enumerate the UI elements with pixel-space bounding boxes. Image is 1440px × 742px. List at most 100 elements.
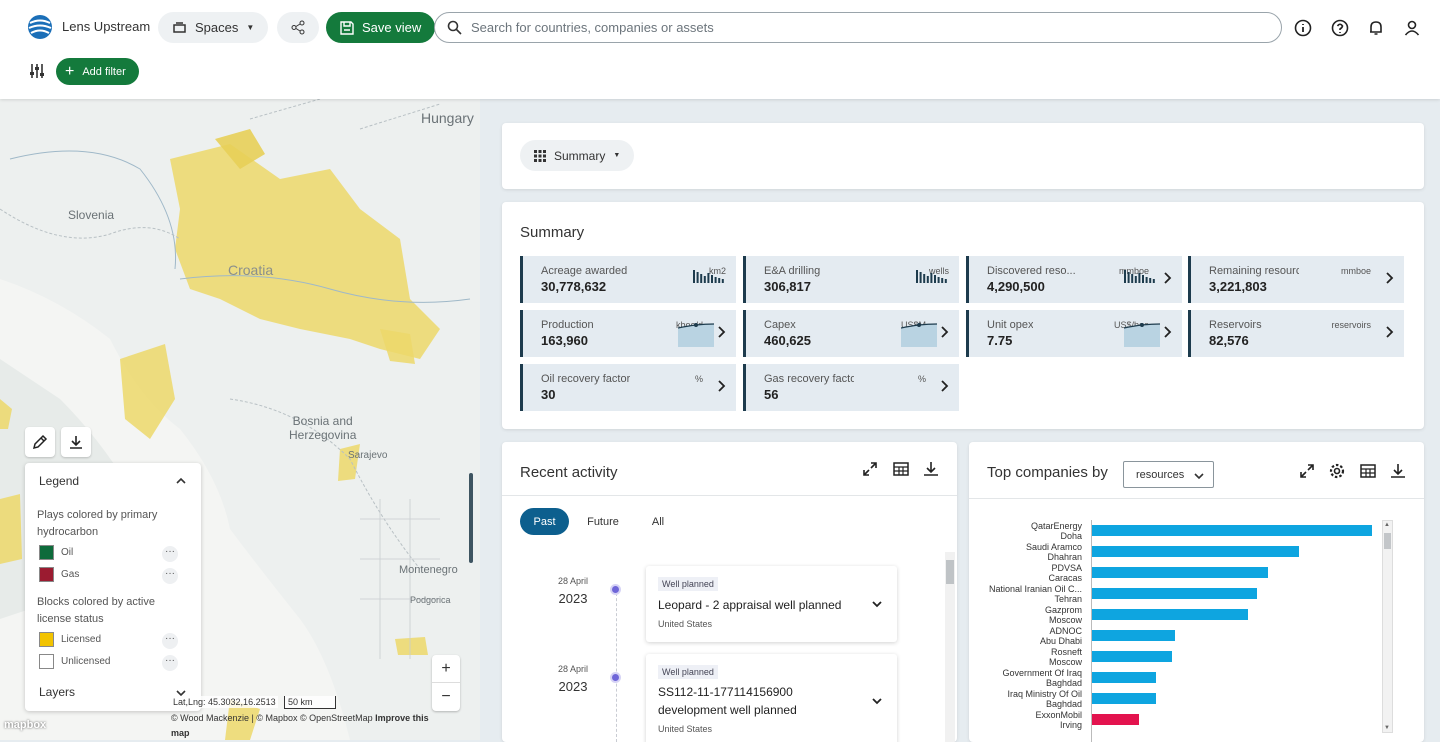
user-icon[interactable]: [1402, 18, 1422, 38]
tile-value: 4,290,500: [987, 279, 1045, 294]
download-icon[interactable]: [1389, 462, 1407, 480]
search-input[interactable]: [471, 20, 1281, 35]
scroll-up-arrow[interactable]: ▲: [1384, 522, 1390, 528]
settings-icon[interactable]: [1328, 462, 1346, 480]
layers-label[interactable]: Layers: [39, 685, 75, 699]
unlicensed-more-button[interactable]: ···: [162, 655, 178, 671]
chevron-up-icon[interactable]: [175, 476, 187, 486]
tile-value: 82,576: [1209, 333, 1249, 348]
chevron-down-icon[interactable]: [871, 598, 883, 610]
sparkline-area: [901, 323, 937, 347]
table-icon[interactable]: [892, 460, 910, 478]
tile-unit: reservoirs: [1331, 320, 1371, 330]
chevron-right-icon[interactable]: [938, 379, 950, 393]
bar[interactable]: [1091, 651, 1173, 662]
zoom-in-button[interactable]: +: [432, 655, 460, 683]
tile-value: 3,221,803: [1209, 279, 1267, 294]
filter-settings-icon[interactable]: [29, 63, 45, 79]
activity-date: 28 April 2023: [544, 576, 602, 606]
top-companies-title: Top companies by: [987, 464, 1108, 481]
download-icon: [70, 436, 82, 449]
chevron-right-icon[interactable]: [1161, 325, 1173, 339]
activity-scrollbar[interactable]: [945, 552, 955, 742]
add-filter-button[interactable]: + Add filter: [56, 58, 139, 85]
bar[interactable]: [1091, 672, 1156, 683]
summary-tile[interactable]: Capex US$M 460,625: [743, 310, 959, 357]
summary-tile[interactable]: Acreage awarded km2 30,778,632: [520, 256, 736, 303]
activity-item[interactable]: Well planned SS112-11-177114156900 devel…: [646, 654, 897, 742]
scroll-down-arrow[interactable]: ▼: [1384, 725, 1390, 731]
bar[interactable]: [1091, 693, 1156, 704]
activity-day: 28 April: [557, 664, 589, 674]
tab-past[interactable]: Past: [520, 508, 569, 535]
summary-tile[interactable]: Discovered reso... mmboe 4,290,500: [966, 256, 1182, 303]
divider: [969, 498, 1424, 499]
bar[interactable]: [1091, 546, 1299, 557]
summary-dropdown-label: Summary: [554, 148, 606, 163]
timeline-line: [616, 588, 617, 742]
metric-select[interactable]: resources: [1123, 461, 1214, 488]
activity-scroll-thumb[interactable]: [946, 560, 954, 584]
licensed-more-button[interactable]: ···: [162, 633, 178, 649]
spaces-button[interactable]: Spaces ▼: [158, 12, 269, 43]
app-logo-icon[interactable]: [27, 14, 53, 40]
map-scrollbar[interactable]: [469, 473, 473, 563]
chart-scroll-thumb[interactable]: [1384, 533, 1391, 549]
summary-tile[interactable]: Remaining resources mmboe 3,221,803: [1188, 256, 1404, 303]
activity-item[interactable]: Well planned Leopard - 2 appraisal well …: [646, 566, 897, 642]
top-bar: Lens Upstream Spaces ▼ Save view + Add f…: [0, 0, 1440, 99]
chevron-right-icon[interactable]: [1161, 271, 1173, 285]
map-label-croatia: Croatia: [228, 262, 274, 278]
bar[interactable]: [1091, 609, 1249, 620]
search-box[interactable]: [434, 12, 1282, 43]
sparkline-bars: [1124, 270, 1155, 283]
legend-label-gas: Gas: [61, 569, 80, 580]
expand-icon[interactable]: [861, 460, 879, 478]
bar[interactable]: [1091, 525, 1372, 536]
activity-tag: Well planned: [658, 577, 718, 591]
share-button[interactable]: [277, 12, 319, 43]
legend-label-oil: Oil: [61, 547, 74, 558]
chevron-right-icon[interactable]: [938, 325, 950, 339]
chevron-right-icon[interactable]: [1383, 325, 1395, 339]
summary-tile[interactable]: Production kboe/d 163,960: [520, 310, 736, 357]
chevron-right-icon[interactable]: [715, 325, 727, 339]
summary-tile[interactable]: Gas recovery factor% 56: [743, 364, 959, 411]
download-icon[interactable]: [922, 460, 940, 478]
bar-label: Gazprom Moscow: [1044, 605, 1082, 625]
map-scale: 50 km: [284, 696, 336, 709]
plus-icon: +: [65, 62, 75, 80]
activity-year: 2023: [558, 591, 588, 606]
summary-tile[interactable]: Reservoirs reservoirs 82,576: [1188, 310, 1404, 357]
draw-button[interactable]: [25, 427, 55, 457]
help-icon[interactable]: [1330, 18, 1350, 38]
summary-tile[interactable]: Unit opex US$/boe 7.75: [966, 310, 1182, 357]
chevron-down-icon: ▼: [613, 152, 621, 159]
gas-more-button[interactable]: ···: [162, 568, 178, 584]
chart-scrollbar[interactable]: ▲ ▼: [1382, 520, 1393, 733]
chevron-right-icon[interactable]: [715, 379, 727, 393]
zoom-out-button[interactable]: −: [432, 683, 460, 711]
map-download-button[interactable]: [61, 427, 91, 457]
sparkline-area: [1124, 323, 1160, 347]
bar[interactable]: [1091, 714, 1139, 725]
summary-dropdown[interactable]: Summary ▼: [520, 140, 635, 171]
tile-label: Remaining resources: [1209, 265, 1299, 277]
bar[interactable]: [1091, 630, 1176, 641]
table-icon[interactable]: [1359, 462, 1377, 480]
bar[interactable]: [1091, 588, 1257, 599]
chevron-right-icon[interactable]: [1383, 271, 1395, 285]
expand-icon[interactable]: [1298, 462, 1316, 480]
bar[interactable]: [1091, 567, 1269, 578]
map-label-hungary: Hungary: [421, 110, 474, 126]
summary-tile[interactable]: Oil recovery factor% 30: [520, 364, 736, 411]
info-icon[interactable]: [1293, 18, 1313, 38]
oil-more-button[interactable]: ···: [162, 546, 178, 562]
save-view-button[interactable]: Save view: [326, 12, 436, 43]
bell-icon[interactable]: [1366, 18, 1386, 38]
chevron-down-icon[interactable]: [871, 695, 883, 707]
tab-all[interactable]: All: [638, 508, 678, 535]
summary-tile[interactable]: E&A drilling wells 306,817: [743, 256, 959, 303]
bar-label: Government Of Iraq Baghdad: [1002, 668, 1082, 688]
tab-future[interactable]: Future: [580, 508, 626, 535]
